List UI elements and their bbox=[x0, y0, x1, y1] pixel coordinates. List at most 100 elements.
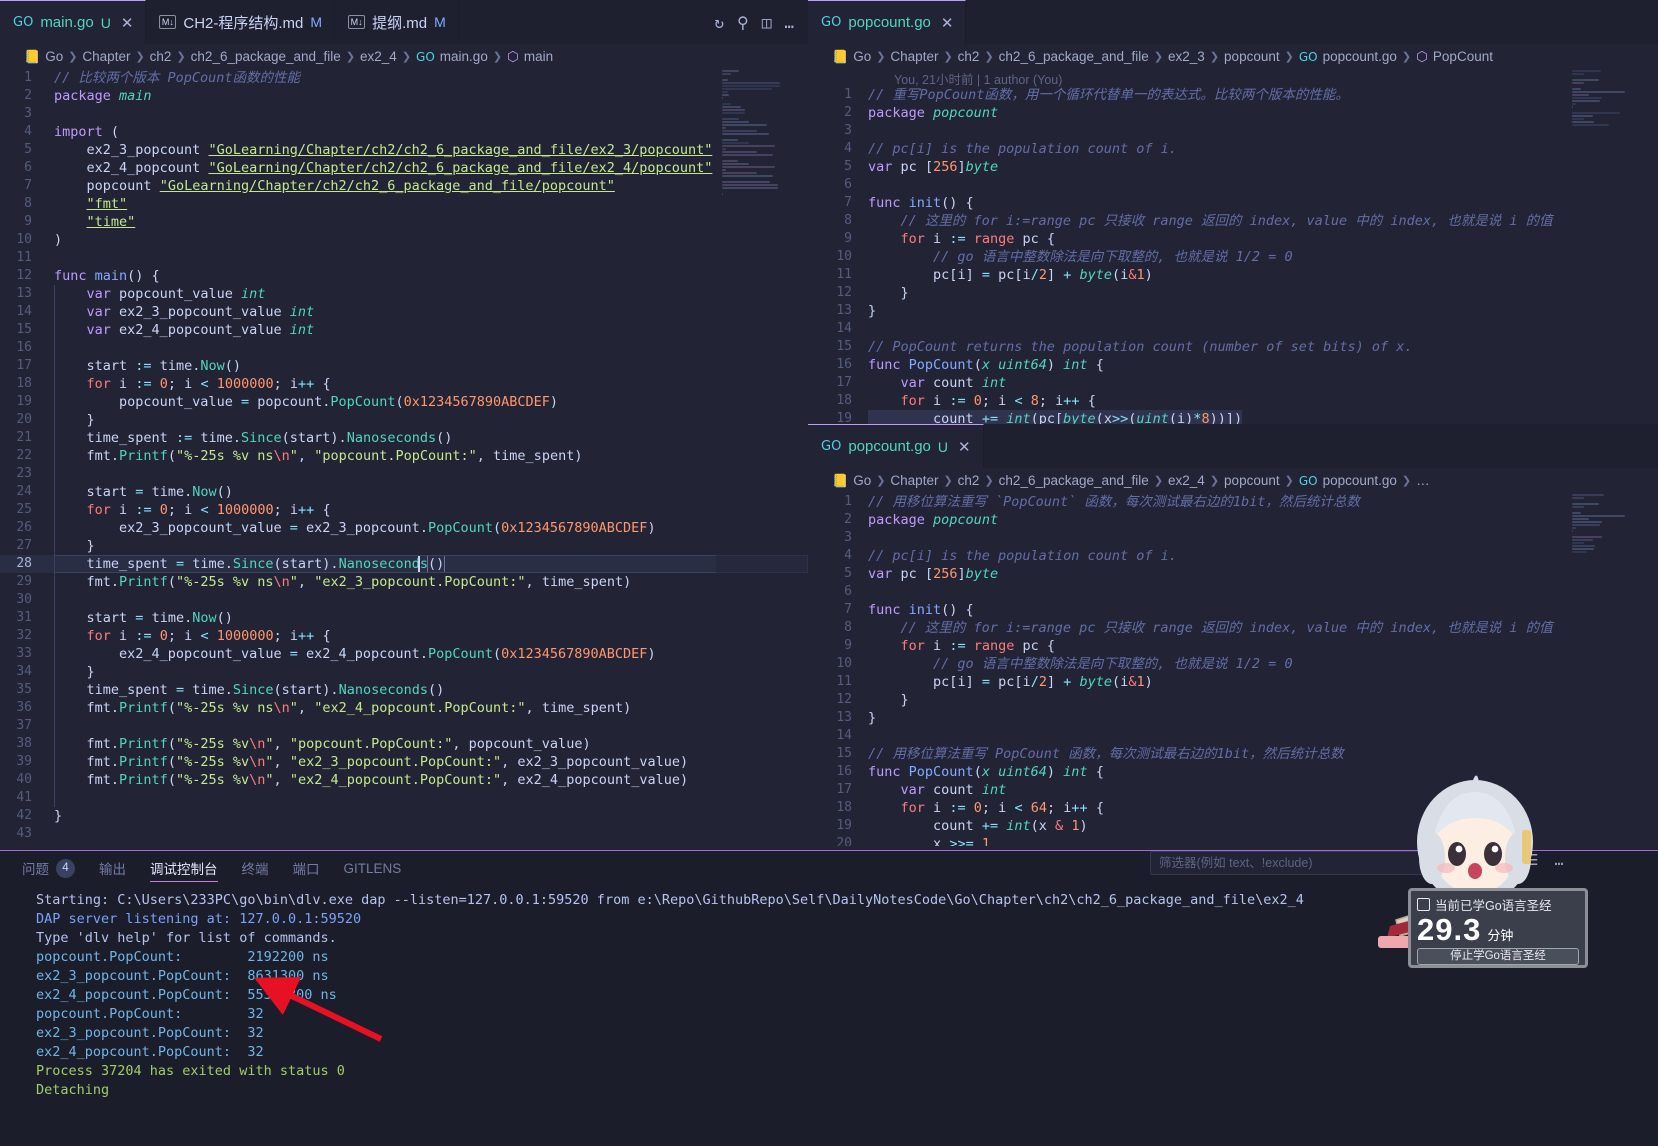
line-content[interactable]: package popcount bbox=[868, 104, 998, 122]
line-content[interactable]: for i := 0; i < 1000000; i++ { bbox=[54, 627, 331, 645]
line-content[interactable]: start = time.Now() bbox=[54, 483, 233, 501]
line-content[interactable]: fmt.Printf("%-25s %v\n", "popcount.PopCo… bbox=[54, 735, 591, 753]
code-line[interactable]: 14 var ex2_3_popcount_value int bbox=[0, 303, 808, 321]
code-line[interactable]: 43 bbox=[0, 825, 808, 843]
code-line[interactable]: 30 bbox=[0, 591, 808, 609]
panel-tab-4[interactable]: 端口 bbox=[293, 851, 320, 885]
code-line[interactable]: 38 fmt.Printf("%-25s %v\n", "popcount.Po… bbox=[0, 735, 808, 753]
line-content[interactable]: count += int(pc[byte(x>>(uint(i)*8))]) bbox=[868, 410, 1243, 424]
code-line[interactable]: 7 func init() { bbox=[808, 601, 1658, 619]
line-content[interactable]: var count int bbox=[868, 374, 1007, 392]
line-content[interactable]: } bbox=[54, 807, 62, 825]
breadcrumb-item[interactable]: ex2_4 bbox=[360, 49, 397, 64]
code-line[interactable]: 11 pc[i] = pc[i/2] + byte(i&1) bbox=[808, 673, 1658, 691]
code-line[interactable]: 6 bbox=[808, 176, 1658, 194]
code-line[interactable]: 28 time_spent = time.Since(start).Nanose… bbox=[0, 555, 808, 573]
code-line[interactable]: 29 fmt.Printf("%-25s %v ns\n", "ex2_3_po… bbox=[0, 573, 808, 591]
line-content[interactable]: time_spent = time.Since(start).Nanosecon… bbox=[54, 555, 446, 573]
code-line[interactable]: 8 "fmt" bbox=[0, 195, 808, 213]
code-line[interactable]: 15 // 用移位算法重写 PopCount 函数，每次测试最右边的1bit，然后… bbox=[808, 745, 1658, 763]
line-content[interactable]: fmt.Printf("%-25s %v\n", "ex2_4_popcount… bbox=[54, 771, 689, 789]
line-content[interactable]: ex2_4_popcount "GoLearning/Chapter/ch2/c… bbox=[54, 159, 713, 177]
tab-ch2-md[interactable]: M↓ CH2-程序结构.md M bbox=[146, 0, 336, 44]
line-content[interactable]: var pc [256]byte bbox=[868, 565, 998, 583]
code-line[interactable]: 7 func init() { bbox=[808, 194, 1658, 212]
line-content[interactable]: for i := range pc { bbox=[868, 230, 1056, 248]
code-line[interactable]: 3 bbox=[0, 105, 808, 123]
code-line[interactable]: 9 "time" bbox=[0, 213, 808, 231]
line-content[interactable]: func PopCount(x uint64) int { bbox=[868, 356, 1104, 374]
code-line[interactable]: 1 // 用移位算法重写 `PopCount` 函数，每次测试最右边的1bit，然… bbox=[808, 493, 1658, 511]
line-content[interactable]: fmt.Printf("%-25s %v ns\n", "ex2_4_popco… bbox=[54, 699, 632, 717]
breadcrumb[interactable]: 📒 Go ❯ Chapter ❯ ch2 ❯ ch2_6_package_and_file ❯ e… bbox=[808, 468, 1658, 493]
breadcrumb-item[interactable]: main bbox=[524, 49, 553, 64]
panel-tab-3[interactable]: 终端 bbox=[242, 851, 269, 885]
code-line[interactable]: 12 } bbox=[808, 284, 1658, 302]
code-line[interactable]: 7 popcount "GoLearning/Chapter/ch2/ch2_6… bbox=[0, 177, 808, 195]
line-content[interactable]: fmt.Printf("%-25s %v ns\n", "popcount.Po… bbox=[54, 447, 583, 465]
line-content[interactable]: // 这里的 for i:=range pc 只接收 range 返回的 ind… bbox=[868, 212, 1553, 230]
breadcrumb-item[interactable]: ch2_6_package_and_file bbox=[999, 49, 1149, 64]
panel-tab-1[interactable]: 输出 bbox=[99, 851, 126, 885]
split-editor-icon[interactable]: ◫ bbox=[762, 13, 772, 32]
code-line[interactable]: 8 // 这里的 for i:=range pc 只接收 range 返回的 i… bbox=[808, 212, 1658, 230]
code-line[interactable]: 26 ex2_3_popcount_value = ex2_3_popcount… bbox=[0, 519, 808, 537]
breadcrumb-item[interactable]: ex2_4 bbox=[1168, 473, 1205, 488]
code-line[interactable]: 14 bbox=[808, 320, 1658, 338]
code-line[interactable]: 6 ex2_4_popcount "GoLearning/Chapter/ch2… bbox=[0, 159, 808, 177]
line-content[interactable]: } bbox=[868, 691, 909, 709]
breadcrumb-item[interactable]: popcount bbox=[1224, 49, 1280, 64]
code-line[interactable]: 5 ex2_3_popcount "GoLearning/Chapter/ch2… bbox=[0, 141, 808, 159]
breadcrumb-item[interactable]: ch2_6_package_and_file bbox=[999, 473, 1149, 488]
right-top-minimap[interactable] bbox=[1566, 69, 1658, 424]
code-line[interactable]: 23 bbox=[0, 465, 808, 483]
code-line[interactable]: 2 package main bbox=[0, 87, 808, 105]
close-icon[interactable]: ✕ bbox=[121, 14, 134, 32]
line-content[interactable]: pc[i] = pc[i/2] + byte(i&1) bbox=[868, 673, 1153, 691]
line-content[interactable]: for i := 0; i < 64; i++ { bbox=[868, 799, 1104, 817]
code-line[interactable]: 34 } bbox=[0, 663, 808, 681]
code-line[interactable]: 35 time_spent = time.Since(start).Nanose… bbox=[0, 681, 808, 699]
code-line[interactable]: 24 start = time.Now() bbox=[0, 483, 808, 501]
breadcrumb-item[interactable]: main.go bbox=[440, 49, 488, 64]
breadcrumb-item[interactable]: popcount bbox=[1224, 473, 1280, 488]
panel-tab-2[interactable]: 调试控制台 bbox=[150, 851, 218, 885]
code-line[interactable]: 12 } bbox=[808, 691, 1658, 709]
line-content[interactable]: } bbox=[868, 284, 909, 302]
line-content[interactable]: package main bbox=[54, 87, 152, 105]
code-line[interactable]: 8 // 这里的 for i:=range pc 只接收 range 返回的 i… bbox=[808, 619, 1658, 637]
line-content[interactable]: func main() { bbox=[54, 267, 160, 285]
code-line[interactable]: 4 import ( bbox=[0, 123, 808, 141]
line-content[interactable]: // go 语言中整数除法是向下取整的, 也就是说 1/2 = 0 bbox=[868, 655, 1293, 673]
line-content[interactable]: start := time.Now() bbox=[54, 357, 242, 375]
history-icon[interactable]: ↻ bbox=[714, 13, 724, 32]
code-line[interactable]: 1 // 比较两个版本 PopCount函数的性能 bbox=[0, 69, 808, 87]
line-content[interactable]: ex2_4_popcount_value = ex2_4_popcount.Po… bbox=[54, 645, 656, 663]
line-content[interactable]: time_spent := time.Since(start).Nanoseco… bbox=[54, 429, 453, 447]
code-line[interactable]: 14 bbox=[808, 727, 1658, 745]
left-code-area[interactable]: 1// 比较两个版本 PopCount函数的性能 2 package main 3 4 i… bbox=[0, 69, 808, 841]
code-line[interactable]: 17 start := time.Now() bbox=[0, 357, 808, 375]
tab-popcount-ex2-3[interactable]: GO popcount.go ✕ bbox=[808, 0, 967, 44]
code-line[interactable]: 33 ex2_4_popcount_value = ex2_4_popcount… bbox=[0, 645, 808, 663]
code-line[interactable]: 10) bbox=[0, 231, 808, 249]
breadcrumb-item[interactable]: Go bbox=[853, 473, 871, 488]
breadcrumb[interactable]: 📒 Go ❯ Chapter ❯ ch2 ❯ ch2_6_package_and_file ❯ e… bbox=[808, 44, 1658, 69]
line-content[interactable]: var ex2_3_popcount_value int bbox=[54, 303, 315, 321]
code-line[interactable]: 37 bbox=[0, 717, 808, 735]
code-line[interactable]: 11 bbox=[0, 249, 808, 267]
code-line[interactable]: 36 fmt.Printf("%-25s %v ns\n", "ex2_4_po… bbox=[0, 699, 808, 717]
code-line[interactable]: 12 func main() { bbox=[0, 267, 808, 285]
line-content[interactable]: var count int bbox=[868, 781, 1007, 799]
line-content[interactable]: popcount_value = popcount.PopCount(0x123… bbox=[54, 393, 558, 411]
breadcrumb-item[interactable]: Chapter bbox=[890, 473, 938, 488]
tab-tigang-md[interactable]: M↓ 提纲.md M bbox=[335, 0, 459, 44]
line-content[interactable]: popcount "GoLearning/Chapter/ch2/ch2_6_p… bbox=[54, 177, 615, 195]
breadcrumb-item[interactable]: ch2 bbox=[958, 473, 980, 488]
tab-main-go[interactable]: GO main.go U ✕ bbox=[0, 0, 147, 44]
code-line[interactable]: 19 popcount_value = popcount.PopCount(0x… bbox=[0, 393, 808, 411]
breadcrumb-item[interactable]: … bbox=[1416, 473, 1430, 488]
code-line[interactable]: 19 count += int(pc[byte(x>>(uint(i)*8))]… bbox=[808, 410, 1658, 424]
line-content[interactable]: } bbox=[54, 411, 95, 429]
code-line[interactable]: 2 package popcount bbox=[808, 104, 1658, 122]
